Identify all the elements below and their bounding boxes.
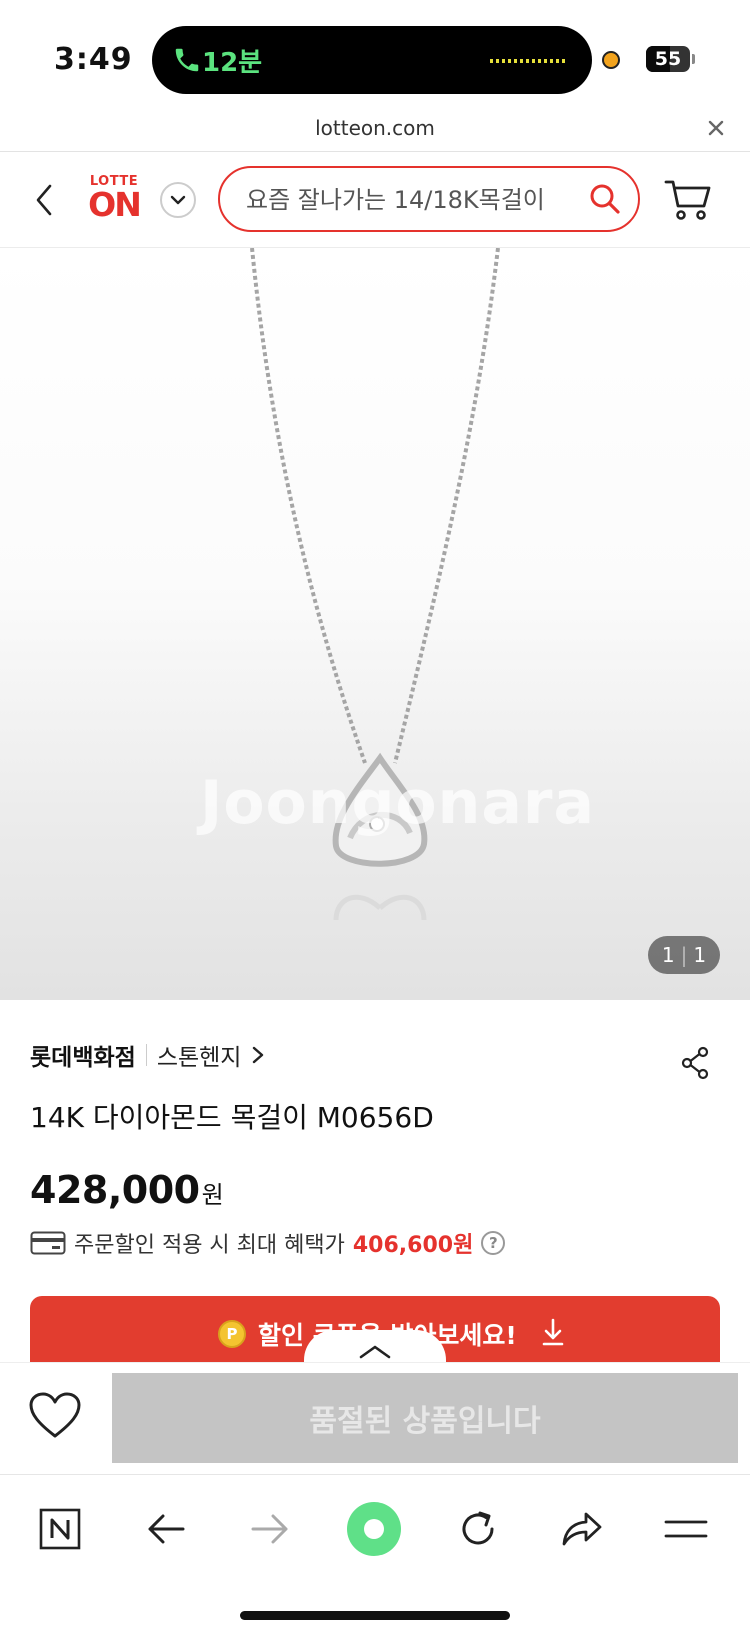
- site-header: LOTTE ON: [0, 152, 750, 248]
- product-image-gallery[interactable]: Joongonara 1 | 1: [0, 248, 750, 1000]
- necklace-product-image: [250, 248, 500, 921]
- back-icon[interactable]: [28, 180, 60, 220]
- chevron-down-icon: [170, 195, 186, 205]
- url-bar[interactable]: lotteon.com: [0, 110, 750, 152]
- search-input[interactable]: [246, 180, 576, 220]
- status-bar: 3:49 12분 55: [0, 0, 750, 110]
- cart-icon[interactable]: [664, 176, 712, 222]
- image-pager: 1 | 1: [648, 936, 720, 974]
- pager-total: 1: [693, 943, 707, 967]
- refresh-button[interactable]: [448, 1499, 508, 1559]
- product-name: 14K 다이아몬드 목걸이 M0656D: [30, 1101, 434, 1134]
- browser-toolbar: [0, 1474, 750, 1631]
- browser-back-button[interactable]: [136, 1499, 196, 1559]
- price-value: 428,000: [30, 1168, 200, 1212]
- battery-icon: 55: [646, 46, 690, 72]
- benefit-text: 주문할인 적용 시 최대 혜택가: [74, 1233, 345, 1258]
- menu-icon: [664, 1520, 708, 1538]
- share-page-button[interactable]: [552, 1499, 612, 1559]
- search-box[interactable]: [218, 166, 640, 232]
- product-price: 428,000원: [30, 1168, 224, 1212]
- image-watermark: Joongonara: [200, 768, 595, 838]
- brand-divider: [145, 1044, 147, 1066]
- store-name[interactable]: 스톤헨지: [157, 1038, 242, 1072]
- chevron-right-icon[interactable]: [251, 1045, 265, 1065]
- battery-tip: [692, 54, 695, 64]
- arrow-left-icon: [148, 1514, 185, 1544]
- logo-main-text: ON: [88, 185, 142, 224]
- soldout-button[interactable]: 품절된 상품입니다: [112, 1373, 738, 1463]
- battery-level: 55: [654, 48, 682, 70]
- close-icon[interactable]: [704, 116, 728, 140]
- price-unit: 원: [201, 1181, 224, 1209]
- coin-icon: P: [218, 1320, 246, 1348]
- browser-forward-button[interactable]: [240, 1499, 300, 1559]
- download-icon: [542, 1318, 564, 1346]
- mic-indicator-icon: [602, 51, 620, 69]
- help-icon[interactable]: ?: [481, 1231, 506, 1255]
- refresh-icon: [462, 1511, 494, 1545]
- status-time: 3:49: [54, 42, 133, 77]
- naver-home-button[interactable]: [30, 1499, 90, 1559]
- phone-icon: [175, 48, 199, 72]
- heart-icon[interactable]: [28, 1391, 82, 1441]
- benefit-price: 406,600원: [352, 1233, 474, 1258]
- call-duration: 12분: [202, 48, 263, 78]
- green-dot-icon: [347, 1502, 401, 1556]
- naver-icon: [39, 1508, 81, 1550]
- url-text[interactable]: lotteon.com: [0, 116, 750, 140]
- brand-row[interactable]: 롯데백화점 스톤헨지: [30, 1038, 265, 1072]
- audio-wave-indicator: [490, 59, 566, 63]
- pager-separator: |: [680, 943, 688, 967]
- pager-current: 1: [661, 943, 675, 967]
- green-dot-button[interactable]: [344, 1499, 404, 1559]
- brand-name[interactable]: 롯데백화점: [30, 1038, 136, 1072]
- chevron-up-icon: [359, 1345, 391, 1359]
- menu-button[interactable]: [656, 1499, 716, 1559]
- logo-dropdown-button[interactable]: [160, 182, 196, 218]
- arrow-right-icon: [251, 1514, 288, 1544]
- lotte-on-logo[interactable]: LOTTE ON: [84, 174, 144, 228]
- share-icon[interactable]: [680, 1046, 710, 1080]
- purchase-action-bar: 품절된 상품입니다: [0, 1362, 750, 1474]
- dynamic-island-call[interactable]: 12분: [152, 26, 592, 94]
- search-icon[interactable]: [588, 182, 622, 216]
- max-benefit-row: 주문할인 적용 시 최대 혜택가 406,600원 ?: [30, 1226, 506, 1260]
- card-icon: [30, 1231, 66, 1255]
- home-indicator: [240, 1611, 510, 1620]
- forward-share-icon: [562, 1512, 602, 1546]
